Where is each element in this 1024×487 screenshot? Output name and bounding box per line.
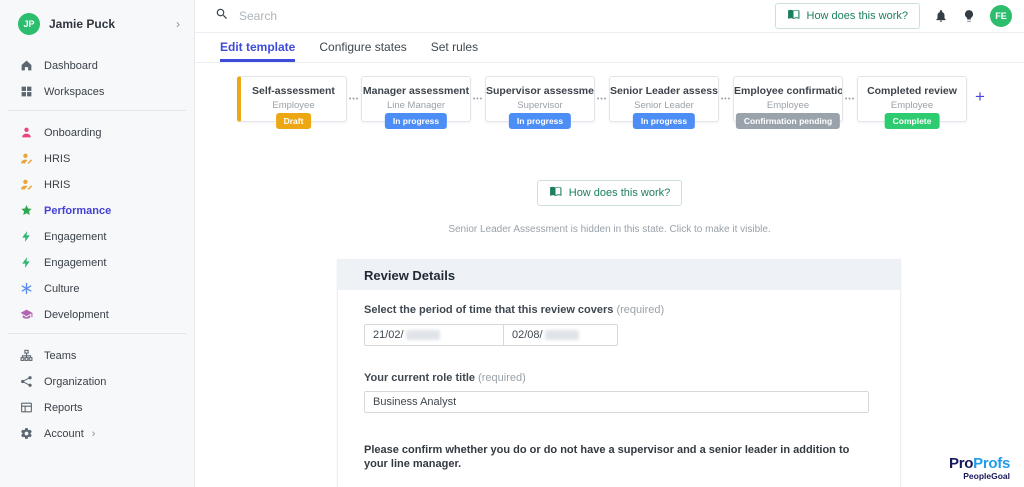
sidebar-item-development[interactable]: Development — [0, 305, 194, 324]
status-badge: In progress — [384, 113, 448, 129]
how-does-this-work-button[interactable]: How does this work? — [774, 3, 920, 29]
search-icon — [215, 7, 229, 26]
how-does-this-work-button[interactable]: How does this work? — [536, 180, 683, 206]
sidebar-item-culture[interactable]: Culture — [0, 279, 194, 298]
period-field-label: Select the period of time that this revi… — [364, 304, 665, 316]
sidebar-divider — [8, 333, 186, 334]
lightbulb-icon[interactable] — [962, 9, 976, 23]
sidebar-item-hris-1[interactable]: HRIS — [0, 149, 194, 168]
panel-header: Review Details — [338, 260, 900, 290]
status-badge: Confirmation pending — [735, 113, 841, 129]
stage-transition-menu[interactable]: ••• — [471, 96, 485, 103]
workflow-stage-row: Self-assessment Employee Draft ••• Manag… — [195, 76, 1024, 138]
app-window: JP Jamie Puck › Dashboard Workspaces Onb… — [0, 0, 1024, 487]
tab-edit-template[interactable]: Edit template — [220, 33, 296, 62]
sidebar-divider — [8, 110, 186, 111]
panel-title: Review Details — [364, 267, 456, 283]
sidebar-item-reports[interactable]: Reports — [0, 398, 194, 417]
stage-card-employee-confirmation[interactable]: Employee confirmation Employee Confirmat… — [733, 76, 843, 129]
sidebar-item-workspaces[interactable]: Workspaces — [0, 82, 194, 101]
redacted-year — [544, 330, 579, 340]
confirm-instruction-1: Please confirm whether you do or do not … — [364, 444, 850, 471]
stage-card-supervisor-assessment[interactable]: Supervisor assessment Supervisor In prog… — [485, 76, 595, 129]
sidebar-item-organization[interactable]: Organization — [0, 372, 194, 391]
main-area: How does this work? FE Edit template Con… — [195, 0, 1024, 487]
gear-icon — [19, 426, 34, 441]
sidebar-item-hris-2[interactable]: HRIS — [0, 175, 194, 194]
tab-bar: Edit template Configure states Set rules — [195, 33, 1024, 63]
person-edit-icon — [19, 177, 34, 192]
avatar: JP — [18, 13, 40, 35]
sidebar-item-engagement-1[interactable]: Engagement — [0, 227, 194, 246]
review-details-panel: Review Details Select the period of time… — [337, 259, 901, 487]
stage-transition-menu[interactable]: ••• — [843, 96, 857, 103]
table-icon — [19, 400, 34, 415]
chevron-right-icon: › — [176, 17, 180, 31]
tab-set-rules[interactable]: Set rules — [431, 33, 478, 62]
home-icon — [19, 58, 34, 73]
topbar: How does this work? FE — [195, 0, 1024, 33]
graduation-cap-icon — [19, 307, 34, 322]
stage-card-completed-review[interactable]: Completed review Employee Complete — [857, 76, 967, 129]
chevron-right-icon: › — [91, 427, 96, 440]
tab-configure-states[interactable]: Configure states — [319, 33, 406, 62]
lightning-icon — [19, 255, 34, 270]
hidden-state-note[interactable]: Senior Leader Assessment is hidden in th… — [195, 224, 1024, 235]
status-badge: Complete — [884, 113, 940, 129]
sidebar-item-teams[interactable]: Teams — [0, 346, 194, 365]
stage-transition-menu[interactable]: ••• — [719, 96, 733, 103]
avatar[interactable]: FE — [990, 5, 1012, 27]
sidebar: JP Jamie Puck › Dashboard Workspaces Onb… — [0, 0, 195, 487]
user-name: Jamie Puck — [49, 17, 116, 31]
role-field-label: Your current role title (required) — [364, 372, 526, 384]
stage-card-self-assessment[interactable]: Self-assessment Employee Draft — [237, 76, 347, 129]
date-to-input[interactable]: 02/08/ — [503, 324, 618, 346]
person-edit-icon — [19, 151, 34, 166]
stage-transition-menu[interactable]: ••• — [347, 96, 361, 103]
role-title-input[interactable] — [364, 391, 869, 413]
status-badge: Draft — [275, 113, 312, 129]
status-badge: In progress — [632, 113, 696, 129]
asterisk-icon — [19, 281, 34, 296]
stage-transition-menu[interactable]: ••• — [595, 96, 609, 103]
grid-icon — [19, 84, 34, 99]
network-icon — [19, 374, 34, 389]
notifications-bell-icon[interactable] — [934, 9, 948, 23]
lightning-icon — [19, 229, 34, 244]
user-menu[interactable]: JP Jamie Puck › — [0, 12, 194, 36]
search-input[interactable] — [239, 9, 539, 23]
onboarding-icon — [19, 125, 34, 140]
sidebar-item-onboarding[interactable]: Onboarding — [0, 123, 194, 142]
star-icon — [19, 203, 34, 218]
book-icon — [549, 185, 562, 201]
date-from-input[interactable]: 21/02/ — [364, 324, 504, 346]
status-badge: In progress — [508, 113, 572, 129]
redacted-year — [405, 330, 440, 340]
stage-card-manager-assessment[interactable]: Manager assessment Line Manager In progr… — [361, 76, 471, 129]
proprofs-peoplegoal-logo: ProProfs PeopleGoal — [949, 455, 1010, 482]
stage-card-senior-leader-assessment[interactable]: Senior Leader assess... Senior Leader In… — [609, 76, 719, 129]
sidebar-item-account[interactable]: Account › — [0, 424, 194, 443]
template-canvas: Self-assessment Employee Draft ••• Manag… — [195, 63, 1024, 487]
sidebar-item-performance[interactable]: Performance — [0, 201, 194, 220]
book-icon — [787, 8, 800, 24]
sidebar-item-engagement-2[interactable]: Engagement — [0, 253, 194, 272]
add-stage-button[interactable]: + — [975, 88, 985, 105]
sidebar-item-dashboard[interactable]: Dashboard — [0, 56, 194, 75]
sitemap-icon — [19, 348, 34, 363]
